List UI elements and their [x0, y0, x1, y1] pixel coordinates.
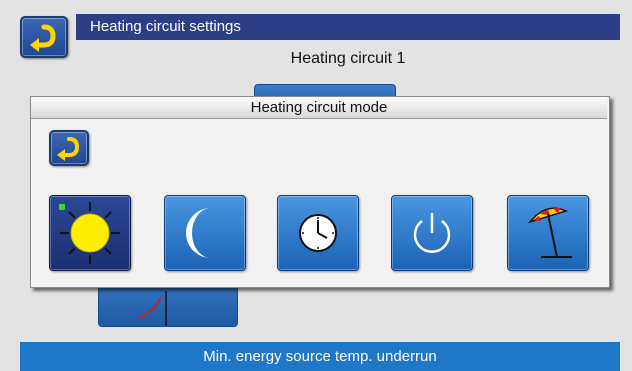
- clock-icon: [299, 214, 337, 252]
- return-arrow-icon: [57, 137, 80, 161]
- moon-icon: [186, 208, 211, 258]
- mode-auto-button[interactable]: [277, 195, 359, 271]
- power-icon: [413, 213, 451, 253]
- mode-day-button[interactable]: [49, 195, 131, 271]
- page-subtitle: Heating circuit 1: [290, 50, 406, 67]
- heating-circuit-mode-dialog: Heating circuit mode: [30, 96, 610, 288]
- mode-off-button[interactable]: [391, 195, 473, 271]
- dialog-title: Heating circuit mode: [31, 97, 607, 119]
- back-button[interactable]: [20, 16, 68, 58]
- umbrella-icon: [527, 207, 572, 258]
- sun-icon: [60, 202, 120, 264]
- dialog-back-button[interactable]: [49, 130, 89, 166]
- page-title: Heating circuit settings: [76, 14, 620, 40]
- mode-night-button[interactable]: [164, 195, 246, 271]
- status-bar: Min. energy source temp. underrun: [20, 342, 620, 371]
- mode-holiday-button[interactable]: [507, 195, 589, 271]
- return-arrow-icon: [30, 24, 56, 52]
